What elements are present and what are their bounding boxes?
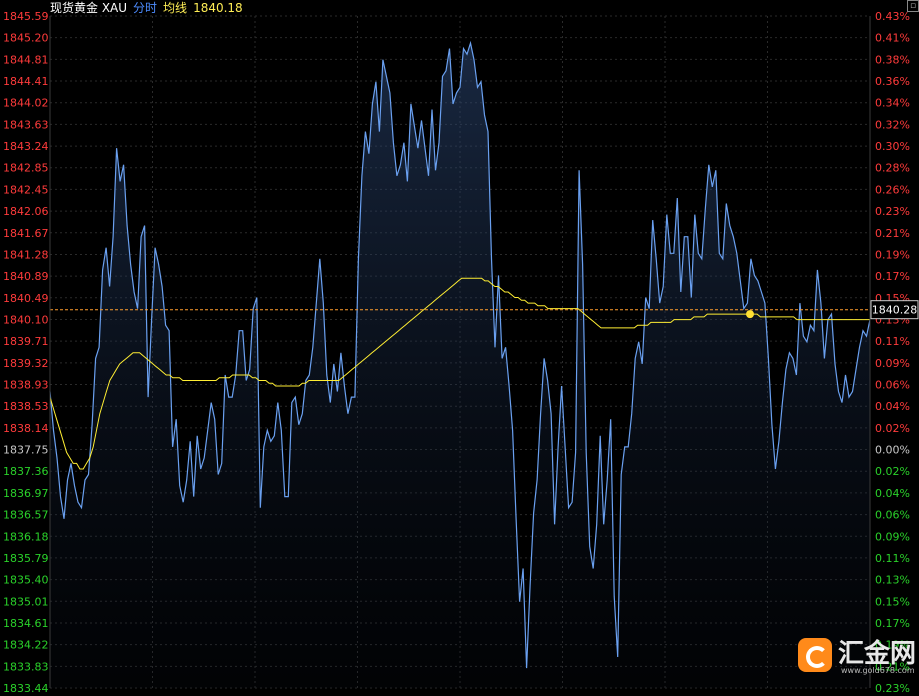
price-tick-label: 1838.14 <box>3 422 49 435</box>
price-tick-label: 1841.67 <box>3 227 49 240</box>
pct-tick-label: 0.11% <box>875 335 910 348</box>
price-tick-label: 1836.97 <box>3 487 49 500</box>
price-tick-label: 1833.44 <box>3 682 49 695</box>
pct-tick-label: 0.11% <box>875 552 910 565</box>
price-tick-label: 1836.57 <box>3 509 49 522</box>
pct-tick-label: 0.09% <box>875 357 910 370</box>
price-tick-label: 1833.83 <box>3 660 49 673</box>
price-tick-label: 1834.61 <box>3 617 49 630</box>
logo-icon <box>798 638 832 672</box>
price-tick-label: 1842.06 <box>3 205 49 218</box>
last-price-label: 1840.28 <box>872 304 918 317</box>
instrument-name: 现货黄金 XAU <box>50 1 128 15</box>
pct-tick-label: 0.09% <box>875 530 910 543</box>
price-tick-label: 1845.59 <box>3 10 49 23</box>
pct-tick-label: 0.04% <box>875 400 910 413</box>
price-tick-label: 1834.22 <box>3 639 49 652</box>
price-tick-label: 1835.79 <box>3 552 49 565</box>
price-tick-label: 1838.53 <box>3 400 49 413</box>
price-tick-label: 1837.75 <box>3 444 49 457</box>
avg-marker <box>746 310 754 319</box>
pct-tick-label: 0.26% <box>875 183 910 196</box>
pct-tick-label: 0.04% <box>875 487 910 500</box>
price-area <box>50 43 870 689</box>
pct-tick-label: 0.23% <box>875 205 910 218</box>
intraday-chart[interactable]: 1845.59 0.43% 1845.20 0.41% 1844.81 0.38% 1844… <box>0 0 919 696</box>
chart-header: 现货黄金 XAU 分时 均线 1840.18 <box>50 0 249 16</box>
restore-window-icon[interactable]: ▫ <box>907 0 919 12</box>
price-tick-label: 1840.10 <box>3 313 49 326</box>
price-tick-label: 1840.89 <box>3 270 49 283</box>
pct-tick-label: 0.17% <box>875 617 910 630</box>
tab-intraday[interactable]: 分时 <box>133 1 157 15</box>
pct-tick-label: 0.41% <box>875 32 910 45</box>
pct-tick-label: 0.34% <box>875 97 910 110</box>
price-tick-label: 1844.02 <box>3 97 49 110</box>
price-tick-label: 1840.49 <box>3 292 49 305</box>
price-tick-label: 1838.93 <box>3 379 49 392</box>
price-tick-label: 1845.20 <box>3 32 49 45</box>
pct-tick-label: 0.06% <box>875 379 910 392</box>
pct-tick-label: 0.06% <box>875 509 910 522</box>
pct-tick-label: 0.43% <box>875 10 910 23</box>
pct-tick-label: 0.32% <box>875 118 910 131</box>
price-tick-label: 1844.41 <box>3 75 49 88</box>
pct-tick-label: 0.17% <box>875 270 910 283</box>
price-tick-label: 1835.40 <box>3 574 49 587</box>
price-tick-label: 1843.24 <box>3 140 49 153</box>
price-tick-label: 1839.32 <box>3 357 49 370</box>
pct-tick-label: 0.23% <box>875 682 910 695</box>
price-tick-label: 1842.45 <box>3 183 49 196</box>
pct-tick-label: 0.30% <box>875 140 910 153</box>
pct-tick-label: 0.28% <box>875 162 910 175</box>
price-tick-label: 1835.01 <box>3 595 49 608</box>
pct-tick-label: 0.02% <box>875 422 910 435</box>
watermark-logo: 汇金网 www.gold678.com <box>795 636 919 676</box>
price-tick-label: 1841.28 <box>3 248 49 261</box>
price-tick-label: 1843.63 <box>3 118 49 131</box>
current-price: 1840.18 <box>193 1 243 15</box>
logo-url: www.gold678.com <box>841 666 915 675</box>
pct-tick-label: 0.21% <box>875 227 910 240</box>
avg-line-label: 均线 <box>163 1 188 15</box>
price-tick-label: 1836.18 <box>3 530 49 543</box>
pct-tick-label: 0.36% <box>875 75 910 88</box>
pct-tick-label: 0.02% <box>875 465 910 478</box>
price-tick-label: 1839.71 <box>3 335 49 348</box>
price-tick-label: 1844.81 <box>3 53 49 66</box>
pct-tick-label: 0.19% <box>875 248 910 261</box>
price-tick-label: 1837.36 <box>3 465 49 478</box>
pct-tick-label: 0.15% <box>875 595 910 608</box>
pct-tick-label: 0.13% <box>875 574 910 587</box>
pct-tick-label: 0.00% <box>875 444 910 457</box>
price-tick-label: 1842.85 <box>3 162 49 175</box>
pct-tick-label: 0.38% <box>875 53 910 66</box>
